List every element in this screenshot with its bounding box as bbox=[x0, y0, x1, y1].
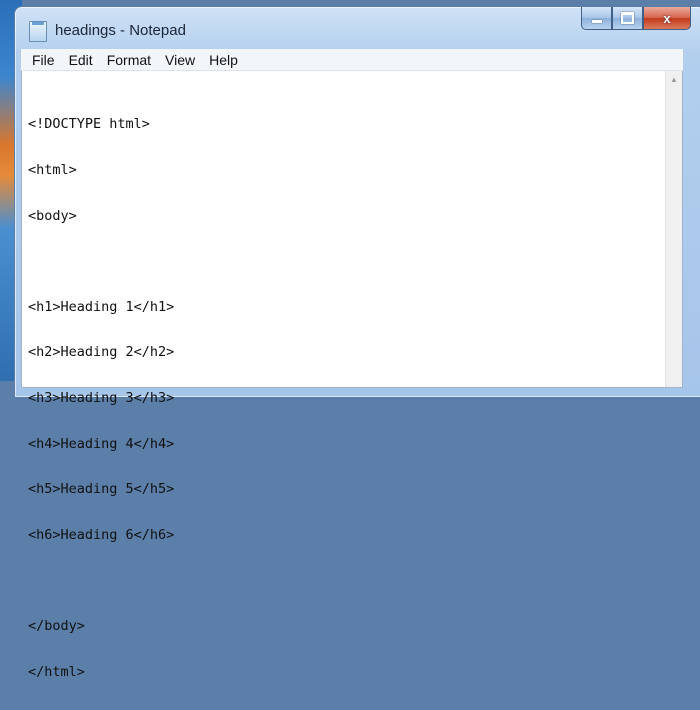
notepad-window: headings - Notepad x File Edit Format Vi… bbox=[14, 6, 700, 679]
editor-line: <h4>Heading 4</h4> bbox=[28, 435, 175, 452]
menu-format[interactable]: Format bbox=[100, 49, 158, 71]
editor-line: <!DOCTYPE html> bbox=[28, 116, 150, 133]
editor-line: <h5>Heading 5</h5> bbox=[28, 481, 175, 498]
close-button[interactable]: x bbox=[643, 7, 691, 30]
menu-edit[interactable]: Edit bbox=[62, 49, 100, 71]
title-bar[interactable]: headings - Notepad x bbox=[15, 7, 700, 49]
menu-bar: File Edit Format View Help bbox=[21, 49, 683, 71]
editor-line: <h2>Heading 2</h2> bbox=[28, 344, 175, 361]
editor-line: <h3>Heading 3</h3> bbox=[28, 389, 175, 406]
editor-line: <html> bbox=[28, 162, 77, 178]
maximize-icon bbox=[621, 12, 634, 24]
minimize-button[interactable] bbox=[581, 7, 612, 30]
editor-line: <h6>Heading 6</h6> bbox=[28, 526, 175, 543]
scroll-up-arrow-icon[interactable]: ▲ bbox=[666, 71, 682, 87]
text-editor[interactable]: <!DOCTYPE html> <html> <body> <h1>Headin… bbox=[21, 71, 683, 679]
caption-buttons: x bbox=[581, 7, 691, 31]
notepad-icon[interactable] bbox=[29, 21, 47, 42]
menu-view[interactable]: View bbox=[158, 49, 202, 71]
editor-line: </body> bbox=[28, 617, 85, 634]
maximize-button[interactable] bbox=[612, 7, 643, 30]
editor-line: <body> bbox=[28, 207, 77, 224]
menu-help[interactable]: Help bbox=[202, 49, 245, 71]
minimize-icon bbox=[591, 20, 602, 23]
editor-line: </html> bbox=[28, 663, 85, 680]
window-title: headings - Notepad bbox=[55, 22, 186, 39]
close-icon: x bbox=[663, 10, 671, 26]
editor-content[interactable]: <!DOCTYPE html> <html> <body> <h1>Headin… bbox=[28, 87, 174, 710]
menu-file[interactable]: File bbox=[25, 49, 62, 71]
editor-line: <h1>Heading 1</h1> bbox=[28, 298, 175, 315]
vertical-scrollbar[interactable]: ▲ bbox=[665, 71, 682, 387]
